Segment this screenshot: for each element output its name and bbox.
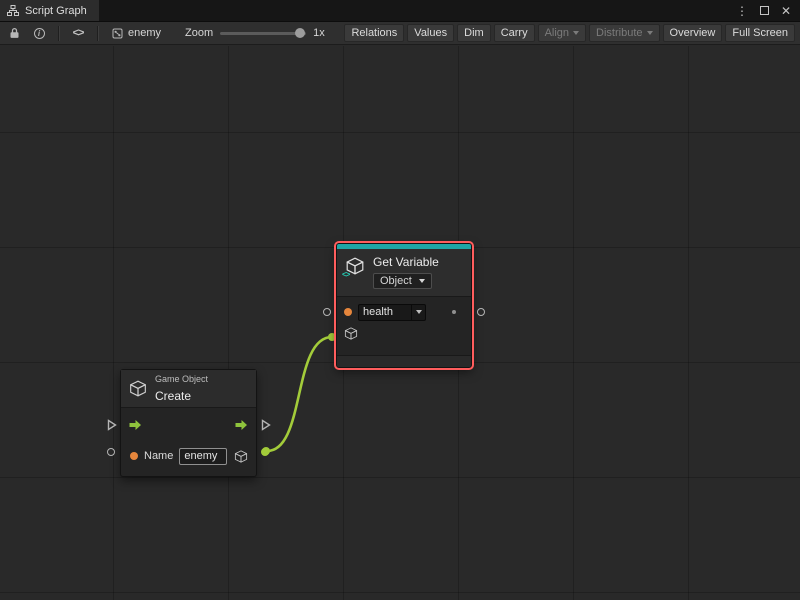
relations-button[interactable]: Relations: [344, 24, 404, 42]
zoom-control: Zoom 1x: [185, 27, 325, 39]
carry-button[interactable]: Carry: [494, 24, 535, 42]
node-footer: [337, 355, 471, 367]
node-title: Create: [155, 389, 208, 403]
toolbar-separator: [97, 26, 98, 41]
object-port-cube-icon[interactable]: [344, 327, 464, 340]
flow-row: [121, 408, 256, 442]
tab-script-graph[interactable]: Script Graph: [0, 0, 99, 21]
node-header: Game Object Create: [121, 370, 256, 408]
flow-output-port[interactable]: [261, 419, 271, 431]
node-header: <> Get Variable Object: [337, 249, 471, 297]
toolbar-button-group: Relations Values Dim Carry Align Distrib…: [344, 24, 796, 42]
connection-wire[interactable]: [266, 337, 332, 451]
close-icon[interactable]: ✕: [778, 3, 794, 19]
zoom-label: Zoom: [185, 27, 213, 39]
graph-toolbar: i <> enemy Zoom 1x Re: [0, 22, 800, 45]
dropdown-caret-icon: [419, 279, 425, 283]
value-port-dot[interactable]: [344, 308, 352, 316]
tab-label: Script Graph: [25, 5, 87, 17]
value-port-dot[interactable]: [130, 452, 138, 460]
flow-out-arrow-icon[interactable]: [235, 419, 248, 431]
dropdown-caret-icon: [647, 31, 653, 35]
node-game-object-create[interactable]: Game Object Create Name enemy: [120, 369, 257, 477]
align-button[interactable]: Align: [538, 24, 586, 42]
graph-breadcrumb[interactable]: enemy: [107, 25, 166, 41]
graph-canvas[interactable]: Game Object Create Name enemy: [0, 46, 800, 600]
game-object-output-port[interactable]: [261, 448, 269, 456]
dropdown-caret-icon: [573, 31, 579, 35]
node-header-text: Get Variable Object: [373, 255, 439, 289]
maximize-icon[interactable]: [756, 3, 772, 19]
fullscreen-button[interactable]: Full Screen: [725, 24, 795, 42]
flow-input-port[interactable]: [107, 419, 117, 431]
variable-value-output-port[interactable]: [477, 308, 485, 316]
object-port-row: [337, 323, 471, 349]
toolbar-separator: [58, 26, 59, 41]
default-indicator-dot: [452, 310, 456, 314]
info-icon[interactable]: i: [29, 25, 49, 42]
variable-cube-icon: <>: [345, 257, 365, 275]
combo-dropdown-icon[interactable]: [411, 305, 425, 320]
titlebar: Script Graph ⋮ ✕: [0, 0, 800, 22]
flow-in-arrow-icon[interactable]: [129, 419, 142, 431]
name-input-field[interactable]: enemy: [179, 448, 227, 465]
variable-kind-dropdown[interactable]: Object: [373, 273, 432, 289]
variable-kind-label: Object: [380, 275, 412, 287]
game-object-output-cube-icon[interactable]: [234, 450, 248, 463]
node-title: Get Variable: [373, 255, 439, 269]
graph-name-label: enemy: [128, 27, 161, 39]
name-input-port[interactable]: [107, 448, 115, 456]
name-parameter-row: Name enemy: [121, 442, 256, 470]
code-badge-icon: <>: [342, 270, 349, 279]
variable-name-field[interactable]: health: [358, 304, 426, 321]
zoom-value: 1x: [313, 27, 325, 39]
titlebar-controls: ⋮ ✕: [734, 0, 800, 21]
name-input-value: enemy: [184, 450, 217, 462]
param-label: Name: [144, 450, 173, 462]
zoom-slider-handle[interactable]: [295, 28, 305, 38]
variable-name-row: health: [337, 297, 471, 323]
node-header-text: Game Object Create: [155, 374, 208, 403]
code-view-icon[interactable]: <>: [68, 25, 88, 42]
overview-button[interactable]: Overview: [663, 24, 723, 42]
distribute-button[interactable]: Distribute: [589, 24, 659, 42]
window-menu-icon[interactable]: ⋮: [734, 3, 750, 19]
name-input-port[interactable]: [323, 308, 331, 316]
dim-button[interactable]: Dim: [457, 24, 491, 42]
values-button[interactable]: Values: [407, 24, 454, 42]
cube-icon: [129, 380, 147, 397]
graph-asset-icon: [112, 28, 123, 39]
node-category: Game Object: [155, 374, 208, 384]
variable-name-value: health: [359, 306, 411, 318]
node-get-variable[interactable]: <> Get Variable Object health: [336, 243, 472, 368]
zoom-slider[interactable]: [220, 32, 306, 35]
node-footer: [121, 470, 256, 476]
script-graph-icon: [7, 5, 19, 16]
script-graph-window: Script Graph ⋮ ✕ i <>: [0, 0, 800, 600]
lock-icon[interactable]: [4, 25, 24, 42]
